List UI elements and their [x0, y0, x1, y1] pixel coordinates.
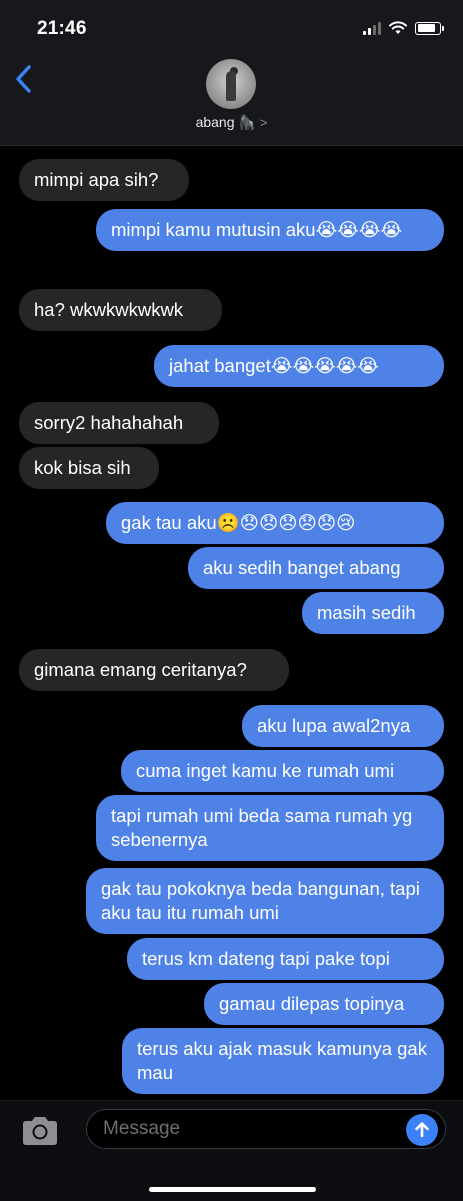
back-button[interactable]	[10, 60, 44, 100]
contact-name: abang 🦍	[195, 114, 256, 130]
camera-button[interactable]	[20, 1115, 60, 1147]
message-bubble-outgoing[interactable]: terus km dateng tapi pake topi	[127, 938, 444, 980]
message-bubble-incoming[interactable]: sorry2 hahahahah	[19, 402, 219, 444]
arrow-up-icon	[415, 1122, 429, 1138]
message-bubble-outgoing[interactable]: aku lupa awal2nya	[242, 705, 444, 747]
message-thread: mimpi apa sih? mimpi kamu mutusin aku😭😭😭…	[0, 145, 463, 1100]
message-bubble-incoming[interactable]: gimana emang ceritanya?	[19, 649, 289, 691]
cellular-signal-icon	[363, 21, 381, 35]
message-bubble-outgoing[interactable]: aku sedih banget abang	[188, 547, 444, 589]
message-bubble-outgoing[interactable]: jahat banget😭😭😭😭😭	[154, 345, 444, 387]
message-bubble-outgoing[interactable]: mimpi kamu mutusin aku😭😭😭😭	[96, 209, 444, 251]
contact-name-button[interactable]: abang 🦍 >	[0, 114, 463, 131]
message-bubble-outgoing[interactable]: masih sedih	[302, 592, 444, 634]
message-bubble-outgoing[interactable]: gak tau aku☹️😞😞😞😞😞😢	[106, 502, 444, 544]
message-bubble-outgoing[interactable]: gamau dilepas topinya	[204, 983, 444, 1025]
camera-icon	[23, 1117, 57, 1145]
message-bubble-outgoing[interactable]: terus aku ajak masuk kamunya gak mau	[122, 1028, 444, 1094]
status-time: 21:46	[37, 18, 87, 39]
wifi-icon	[389, 21, 407, 34]
message-bubble-incoming[interactable]: kok bisa sih	[19, 447, 159, 489]
home-indicator	[149, 1187, 316, 1192]
contact-avatar[interactable]	[206, 59, 256, 109]
battery-icon	[415, 21, 444, 35]
send-button[interactable]	[406, 1114, 438, 1146]
chevron-left-icon	[16, 65, 31, 93]
message-bubble-outgoing[interactable]: gak tau pokoknya beda bangunan, tapi aku…	[86, 868, 444, 934]
message-input[interactable]	[86, 1109, 446, 1149]
message-composer	[0, 1100, 463, 1201]
status-icons	[363, 20, 444, 36]
message-bubble-outgoing[interactable]: cuma inget kamu ke rumah umi	[121, 750, 444, 792]
chevron-right-icon: >	[259, 115, 268, 130]
message-bubble-outgoing[interactable]: tapi rumah umi beda sama rumah yg sebene…	[96, 795, 444, 861]
message-bubble-incoming[interactable]: mimpi apa sih?	[19, 159, 189, 201]
conversation-header: 21:46 abang 🦍 >	[0, 0, 463, 146]
message-bubble-incoming[interactable]: ha? wkwkwkwkwk	[19, 289, 222, 331]
